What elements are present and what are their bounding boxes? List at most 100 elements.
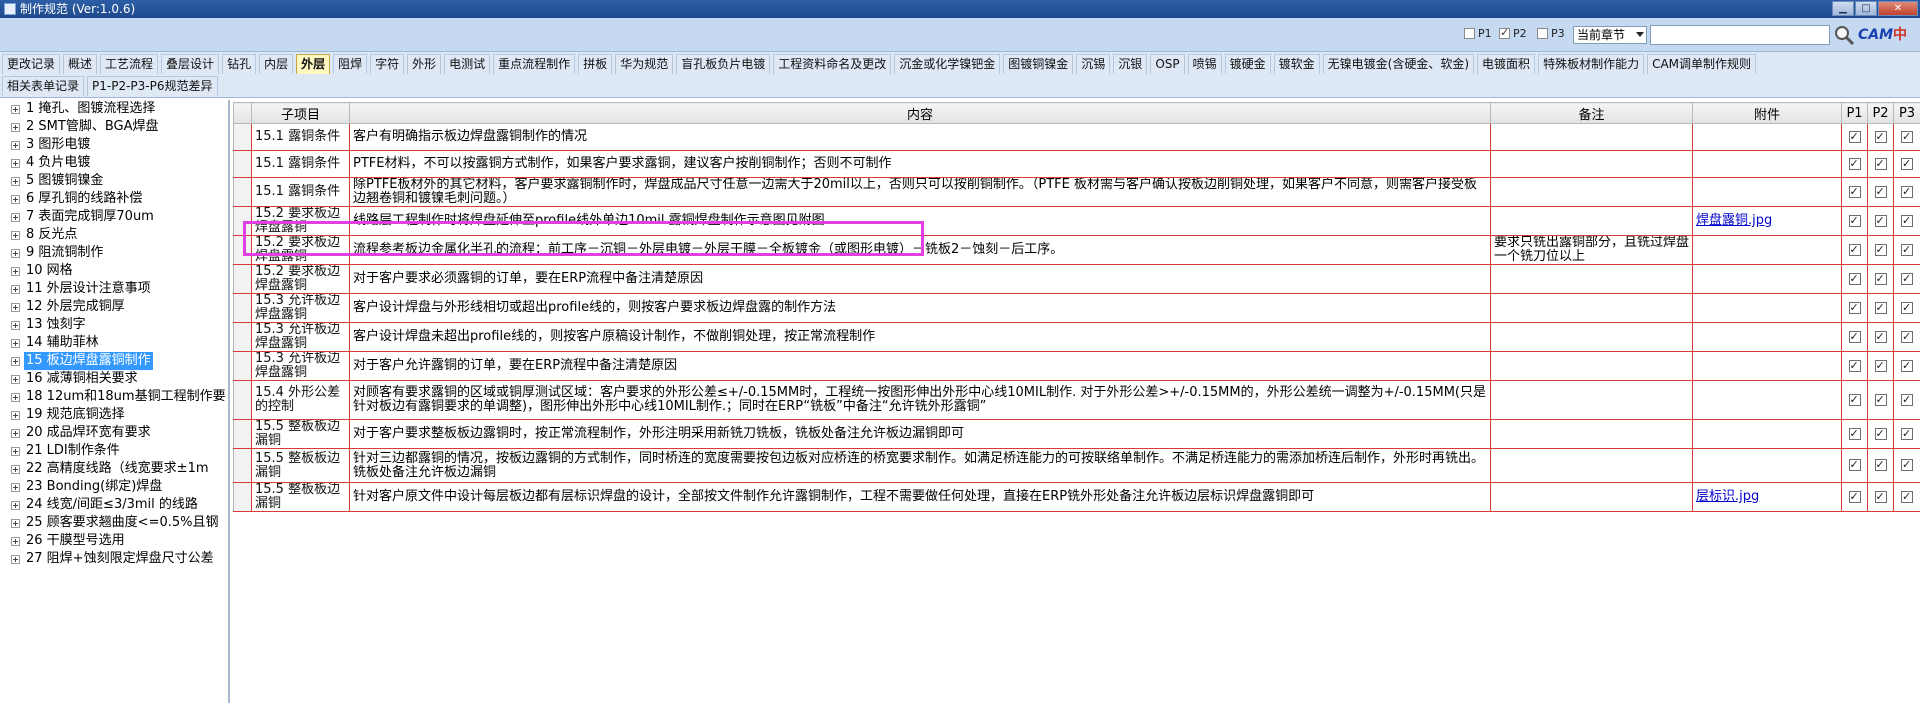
tab-2[interactable]: 工艺流程 (100, 54, 159, 74)
tab-22[interactable]: 镀硬金 (1224, 54, 1271, 74)
p3-checkbox[interactable] (1901, 301, 1913, 315)
expand-icon[interactable] (11, 248, 20, 258)
cell-p2[interactable] (1867, 419, 1894, 449)
col-header-sub[interactable]: 子项目 (251, 102, 350, 124)
p1-checkbox[interactable] (1848, 214, 1861, 228)
attachment-link[interactable]: 层标识.jpg (1696, 489, 1759, 504)
tree-item[interactable]: 7 表面完成铜厚70um (0, 208, 228, 226)
p3-checkbox[interactable] (1901, 359, 1913, 373)
tree-item[interactable]: 13 蚀刻字 (0, 316, 228, 334)
p2-checkbox[interactable] (1874, 301, 1887, 315)
row-header[interactable] (233, 322, 252, 352)
cell-remark[interactable] (1490, 419, 1693, 449)
cell-remark[interactable] (1490, 123, 1693, 151)
cell-content[interactable]: 对于客户要求必须露铜的订单，要在ERP流程中备注清楚原因 (349, 264, 1491, 294)
cell-content[interactable]: 客户设计焊盘未超出profile线的，则按客户原稿设计制作，不做削铜处理，按正常… (349, 322, 1491, 352)
table-row[interactable]: 15.1 露铜条件 PTFE材料，不可以按露铜方式制作，如果客户要求露铜，建议客户… (233, 150, 1920, 178)
tab-8[interactable]: 字符 (370, 54, 405, 74)
p3-checkbox[interactable] (1537, 28, 1548, 39)
p2-checkbox[interactable] (1874, 393, 1887, 407)
row-header[interactable] (233, 206, 252, 236)
expand-icon[interactable] (11, 212, 20, 222)
tree-item[interactable]: 18 12um和18um基铜工程制作要 (0, 388, 228, 406)
cell-content[interactable]: PTFE材料，不可以按露铜方式制作，如果客户要求露铜，建议客户按削铜制作；否则不… (349, 150, 1491, 178)
close-button[interactable]: ✕ (1878, 1, 1918, 16)
p1-checkbox[interactable] (1848, 272, 1861, 286)
cell-p2[interactable] (1867, 177, 1894, 207)
cell-remark[interactable] (1490, 380, 1693, 420)
p2-checkbox[interactable] (1874, 330, 1887, 344)
tab-25[interactable]: 电镀面积 (1477, 54, 1536, 74)
cell-content[interactable]: 客户有明确指示板边焊盘露铜制作的情况 (349, 123, 1491, 151)
cell-attachment[interactable] (1692, 150, 1842, 178)
tree-item[interactable]: 4 负片电镀 (0, 154, 228, 172)
tab-5[interactable]: 内层 (259, 54, 294, 74)
cell-sub-item[interactable]: 15.2 要求板边焊盘露铜 (251, 206, 350, 236)
p1-checkbox[interactable] (1848, 301, 1861, 315)
p3-checkbox[interactable] (1901, 185, 1913, 199)
p1-checkbox[interactable] (1848, 130, 1861, 144)
expand-icon[interactable] (11, 284, 20, 294)
cell-p1[interactable] (1841, 448, 1868, 483)
tab-7[interactable]: 阻焊 (333, 54, 368, 74)
row-header[interactable] (233, 177, 252, 207)
tree-item[interactable]: 12 外层完成铜厚 (0, 298, 228, 316)
expand-icon[interactable] (11, 518, 20, 528)
p3-checkbox[interactable] (1901, 272, 1913, 286)
cell-remark[interactable] (1490, 150, 1693, 178)
cell-p1[interactable] (1841, 235, 1868, 265)
row-header[interactable] (233, 448, 252, 483)
row-header[interactable] (233, 150, 252, 178)
p2-checkbox[interactable] (1874, 427, 1887, 441)
cell-content[interactable]: 对于客户允许露铜的订单，要在ERP流程中备注清楚原因 (349, 351, 1491, 381)
table-row[interactable]: 15.3 允许板边焊盘露铜 客户设计焊盘与外形线相切或超出profile线的，则按… (233, 293, 1920, 323)
cell-p1[interactable] (1841, 264, 1868, 294)
row-header[interactable] (233, 482, 252, 512)
expand-icon[interactable] (11, 338, 20, 348)
tab-14[interactable]: 盲孔板负片电镀 (676, 54, 771, 74)
p1-checkbox[interactable] (1848, 458, 1861, 472)
cell-p3[interactable] (1893, 206, 1920, 236)
cell-content[interactable]: 流程参考板边金属化半孔的流程：前工序－沉铜－外层电镀－外层干膜－全板镀金（或图形… (349, 235, 1491, 265)
table-row[interactable]: 15.3 允许板边焊盘露铜 对于客户允许露铜的订单，要在ERP流程中备注清楚原因 (233, 351, 1920, 381)
cell-remark[interactable] (1490, 448, 1693, 483)
expand-icon[interactable] (11, 176, 20, 186)
tree-item[interactable]: 26 干膜型号选用 (0, 532, 228, 550)
expand-icon[interactable] (11, 554, 20, 564)
table-row[interactable]: 15.1 露铜条件 除PTFE板材外的其它材料，客户要求露铜制作时，焊盘成品尺寸任… (233, 177, 1920, 207)
tab-11[interactable]: 重点流程制作 (493, 54, 576, 74)
cell-content[interactable]: 对于客户要求整板板边露铜时，按正常流程制作，外形注明采用新铣刀铣板，铣板处备注允… (349, 419, 1491, 449)
expand-icon[interactable] (11, 104, 20, 114)
expand-icon[interactable] (11, 194, 20, 204)
table-row[interactable]: 15.5 整板板边漏铜 对于客户要求整板板边露铜时，按正常流程制作，外形注明采用新… (233, 419, 1920, 449)
cell-attachment[interactable] (1692, 264, 1842, 294)
tab-1[interactable]: 概述 (63, 54, 98, 74)
cell-sub-item[interactable]: 15.3 允许板边焊盘露铜 (251, 293, 350, 323)
tree-item[interactable]: 24 线宽/间距≤3/3mil 的线路 (0, 496, 228, 514)
cell-sub-item[interactable]: 15.4 外形公差的控制 (251, 380, 350, 420)
cell-content[interactable]: 针对客户原文件中设计每层板边都有层标识焊盘的设计，全部按文件制作允许露铜制作，工… (349, 482, 1491, 512)
cell-attachment[interactable]: 层标识.jpg (1692, 482, 1842, 512)
p3-checkbox[interactable] (1901, 130, 1913, 144)
row-header[interactable] (233, 235, 252, 265)
tab-20[interactable]: OSP (1150, 54, 1185, 74)
cell-sub-item[interactable]: 15.1 露铜条件 (251, 150, 350, 178)
tab-19[interactable]: 沉银 (1113, 54, 1148, 74)
cell-sub-item[interactable]: 15.5 整板板边漏铜 (251, 448, 350, 483)
tree-item[interactable]: 25 顾客要求翘曲度<=0.5%且钢 (0, 514, 228, 532)
tab-row2-0[interactable]: 相关表单记录 (2, 76, 85, 96)
expand-icon[interactable] (11, 320, 20, 330)
row-header[interactable] (233, 351, 252, 381)
cell-remark[interactable] (1490, 322, 1693, 352)
table-row[interactable]: 15.3 允许板边焊盘露铜 客户设计焊盘未超出profile线的，则按客户原稿设计… (233, 322, 1920, 352)
cell-attachment[interactable] (1692, 293, 1842, 323)
expand-icon[interactable] (11, 374, 20, 384)
p2-checkbox[interactable] (1874, 185, 1887, 199)
expand-icon[interactable] (11, 158, 20, 168)
cell-p2[interactable] (1867, 235, 1894, 265)
cell-p1[interactable] (1841, 380, 1868, 420)
cell-content[interactable]: 对顾客有要求露铜的区域或铜厚测试区域：客户要求的外形公差≤+/-0.15MM时，… (349, 380, 1491, 420)
tab-row2-1[interactable]: P1-P2-P3-P6规范差异 (87, 76, 218, 96)
cell-p2[interactable] (1867, 448, 1894, 483)
tree-item[interactable]: 9 阻流铜制作 (0, 244, 228, 262)
